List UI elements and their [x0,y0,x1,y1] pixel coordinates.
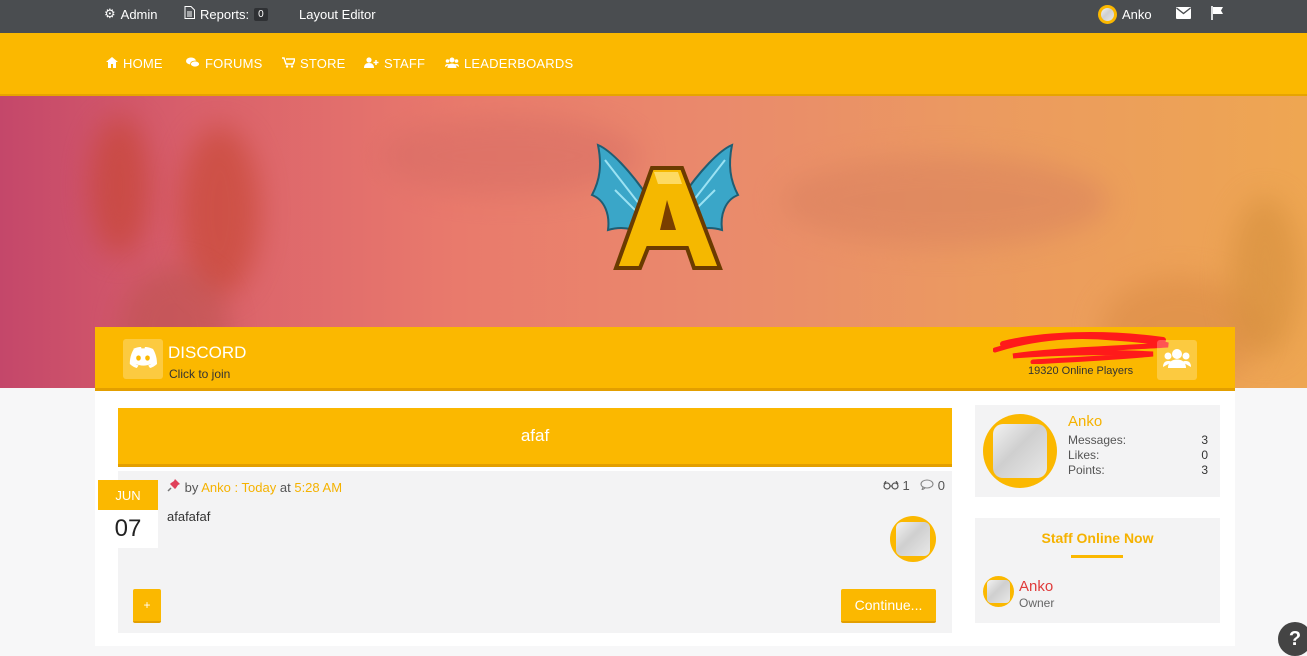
post-author-link[interactable]: Anko [201,480,231,495]
discord-icon-box [123,339,163,379]
nav-home-label: HOME [123,56,163,71]
staff-avatar[interactable] [983,576,1014,607]
alerts-button[interactable] [1211,0,1225,28]
user-plus-icon [364,56,379,71]
profile-likes-value: 0 [1201,448,1208,462]
post-body: afafafaf [167,509,211,524]
post-meta-separator: : [234,480,239,495]
discord-icon [128,346,158,373]
main-navigation: HOME FORUMS STORE STAFF LEADERBOARDS [0,33,1307,96]
discord-bar[interactable]: DISCORD Click to join 19320 Online Playe… [95,327,1235,391]
post-date-link[interactable]: Today [242,480,277,495]
views-count: 1 [902,478,910,493]
users-icon [1163,348,1191,373]
nav-staff[interactable]: STAFF [364,33,425,94]
profile-points-value: 3 [1201,463,1208,477]
reports-count-badge: 0 [254,7,268,21]
users-icon [445,56,459,71]
document-icon [184,6,195,22]
staff-name[interactable]: Anko [1019,578,1053,595]
post-date-month: JUN [98,480,158,510]
comments-icon [186,56,200,71]
home-icon [106,56,118,71]
post-meta: by Anko : Today at 5:28 AM [167,478,342,495]
layout-editor-link[interactable]: Layout Editor [299,0,376,28]
gear-icon: ⚙ [104,6,116,21]
nav-staff-label: STAFF [384,56,426,71]
nav-forums-label: FORUMS [205,56,263,71]
help-button[interactable]: ? [1278,622,1307,656]
user-name: Anko [1122,6,1152,22]
continue-button[interactable]: Continue... [841,589,936,623]
profile-card: Anko Messages: 3 Likes: 0 Points: 3 [975,405,1220,497]
pin-icon [167,479,185,495]
staff-role: Owner [1019,596,1055,610]
profile-avatar[interactable] [983,414,1057,488]
layout-editor-label: Layout Editor [299,6,376,22]
post-card [118,471,952,633]
title-underline [1071,555,1123,558]
messages-button[interactable] [1176,0,1191,28]
main-content: afaf JUN 07 by Anko : Today at 5:28 AM 1… [95,391,1235,646]
discord-subtitle: Click to join [169,367,231,381]
profile-likes-label: Likes: [1068,448,1100,462]
staff-online-card: Staff Online Now Anko Owner [975,518,1220,623]
profile-messages-label: Messages: [1068,433,1127,447]
admin-link[interactable]: ⚙ Admin [104,0,158,28]
shopping-cart-icon [282,56,297,71]
nav-leaderboards-label: LEADERBOARDS [464,56,574,71]
views-stat: 1 [882,478,910,493]
envelope-icon [1176,6,1191,22]
post-date-day: 07 [98,510,158,548]
profile-messages-value: 3 [1201,433,1208,447]
top-bar: ⚙ Admin Reports: 0 Layout Editor Anko [0,0,1307,33]
comment-icon [920,478,934,493]
post-author-avatar[interactable] [890,516,936,562]
glasses-icon [882,478,899,493]
nav-home[interactable]: HOME [106,33,163,94]
profile-points-label: Points: [1068,463,1105,477]
flag-icon [1211,5,1225,23]
expand-button[interactable]: + [133,589,161,623]
reports-link[interactable]: Reports: 0 [184,0,268,28]
discord-title: DISCORD [168,343,247,362]
post-by-label: by [184,480,199,495]
user-menu[interactable]: Anko [1098,0,1152,28]
nav-forums[interactable]: FORUMS [186,33,263,94]
reports-label: Reports: [200,6,250,22]
post-title: afaf [520,426,550,445]
server-logo [590,140,740,285]
profile-name[interactable]: Anko [1068,413,1102,430]
nav-leaderboards[interactable]: LEADERBOARDS [445,33,573,94]
nav-store-label: STORE [300,56,346,71]
nav-store[interactable]: STORE [282,33,346,94]
post-at-label: at [279,480,291,495]
comments-count: 0 [937,478,945,493]
online-icon-box [1157,340,1197,380]
admin-label: Admin [120,6,158,22]
post-stats: 1 0 [882,478,945,493]
post-title-bar[interactable]: afaf [118,408,952,467]
post-time: 5:28 AM [294,480,343,495]
comments-stat: 0 [920,478,945,493]
redaction-scribble [992,330,1173,369]
staff-online-title: Staff Online Now [1041,530,1154,546]
online-players-count: 19320 Online Players [1028,365,1134,377]
avatar [1098,4,1117,24]
